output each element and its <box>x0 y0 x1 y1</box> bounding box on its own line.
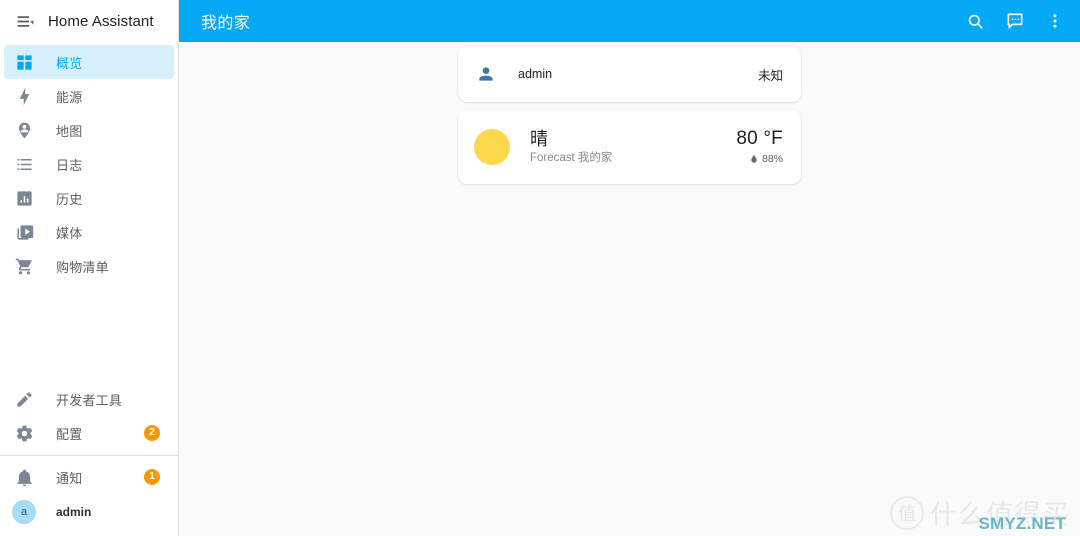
sidebar-item-label: 历史 <box>56 191 83 207</box>
sidebar-item-label: 媒体 <box>56 225 83 241</box>
sidebar-item-notifications[interactable]: 通知 1 <box>4 460 174 494</box>
sidebar-item-label: 配置 <box>56 426 83 442</box>
view-dashboard-icon <box>12 50 36 74</box>
sidebar-item-logbook[interactable]: 日志 <box>4 147 174 181</box>
entity-row[interactable]: admin 未知 <box>458 46 801 102</box>
sidebar-item-label: 地图 <box>56 123 83 139</box>
user-name-label: admin <box>56 505 92 519</box>
sidebar-item-label: 购物清单 <box>56 259 109 275</box>
map-marker-account-icon <box>12 118 36 142</box>
avatar: a <box>12 500 36 524</box>
overflow-menu-icon[interactable] <box>1040 6 1070 36</box>
page-title: 我的家 <box>201 15 251 32</box>
play-box-multiple-icon <box>12 220 36 244</box>
sidebar-item-overview[interactable]: 概览 <box>4 45 174 79</box>
entity-name: admin <box>518 67 553 81</box>
app-root: Home Assistant 概览 能源 地图 日志 历史 媒体 购物清单 开发… <box>0 0 1080 536</box>
sidebar-item-label: 能源 <box>56 89 83 105</box>
lightning-bolt-icon <box>12 84 36 108</box>
status-badge[interactable]: 未知 <box>758 65 783 84</box>
sidebar-item-energy[interactable]: 能源 <box>4 79 174 113</box>
weather-row: 晴 Forecast 我的家 80 °F 88% <box>458 110 801 184</box>
weather-text-group: 晴 Forecast 我的家 <box>530 129 736 166</box>
assist-icon[interactable] <box>1000 6 1030 36</box>
sidebar-item-map[interactable]: 地图 <box>4 113 174 147</box>
cards-column: admin 未知 晴 Forecast 我的家 80 °F 88% <box>458 46 801 192</box>
sidebar-divider <box>0 455 178 456</box>
sidebar-item-user-profile[interactable]: a admin <box>4 494 174 530</box>
sidebar-item-label: 开发者工具 <box>56 392 123 408</box>
account-icon <box>474 62 498 86</box>
weather-temperature: 80 °F <box>736 128 783 149</box>
watermark-brand: SMYZ.NET <box>978 514 1066 533</box>
sidebar-bottom-group: 开发者工具 配置 2 通知 1 a admin <box>0 382 178 536</box>
menu-open-icon[interactable] <box>8 4 42 38</box>
search-icon[interactable] <box>960 6 990 36</box>
weather-condition: 晴 <box>530 128 549 149</box>
cart-icon <box>12 254 36 278</box>
weather-humidity-group: 88% <box>736 152 783 166</box>
sidebar-item-label: 日志 <box>56 157 83 173</box>
sidebar-nav: 概览 能源 地图 日志 历史 媒体 购物清单 <box>0 42 178 283</box>
weather-secondary-label: Forecast 我的家 <box>530 151 613 164</box>
main-area: 我的家 admin 未知 晴 Forecast 我的家 80 °F 88% 值 … <box>179 0 1080 536</box>
sidebar-item-shopping-list[interactable]: 购物清单 <box>4 249 174 283</box>
app-title: Home Assistant <box>48 12 154 30</box>
hammer-wrench-icon <box>12 387 36 411</box>
sidebar-item-history[interactable]: 历史 <box>4 181 174 215</box>
dashboard-content: admin 未知 晴 Forecast 我的家 80 °F 88% 值 什么值得… <box>179 42 1080 536</box>
bell-icon <box>12 465 36 489</box>
sidebar-item-label: 概览 <box>56 55 83 71</box>
weather-humidity-value: 88% <box>761 153 783 165</box>
sidebar-item-developer-tools[interactable]: 开发者工具 <box>4 382 174 416</box>
water-percent-icon <box>749 153 759 165</box>
weather-sunny-icon <box>474 129 510 165</box>
weather-readings: 80 °F 88% <box>736 128 783 166</box>
cog-icon <box>12 421 36 445</box>
format-list-bulleted-icon <box>12 152 36 176</box>
chart-box-icon <box>12 186 36 210</box>
sidebar-item-label: 通知 <box>56 470 83 486</box>
settings-badge: 2 <box>144 425 160 441</box>
sidebar-item-media[interactable]: 媒体 <box>4 215 174 249</box>
sidebar-header: Home Assistant <box>0 0 178 42</box>
toolbar-actions <box>960 6 1070 36</box>
watermark-logo-icon: 值 <box>890 495 924 530</box>
person-card[interactable]: admin 未知 <box>458 46 801 102</box>
weather-card[interactable]: 晴 Forecast 我的家 80 °F 88% <box>458 110 801 184</box>
sidebar: Home Assistant 概览 能源 地图 日志 历史 媒体 购物清单 开发… <box>0 0 179 536</box>
notifications-badge: 1 <box>144 469 160 485</box>
sidebar-item-settings[interactable]: 配置 2 <box>4 416 174 450</box>
top-toolbar: 我的家 <box>179 0 1080 42</box>
